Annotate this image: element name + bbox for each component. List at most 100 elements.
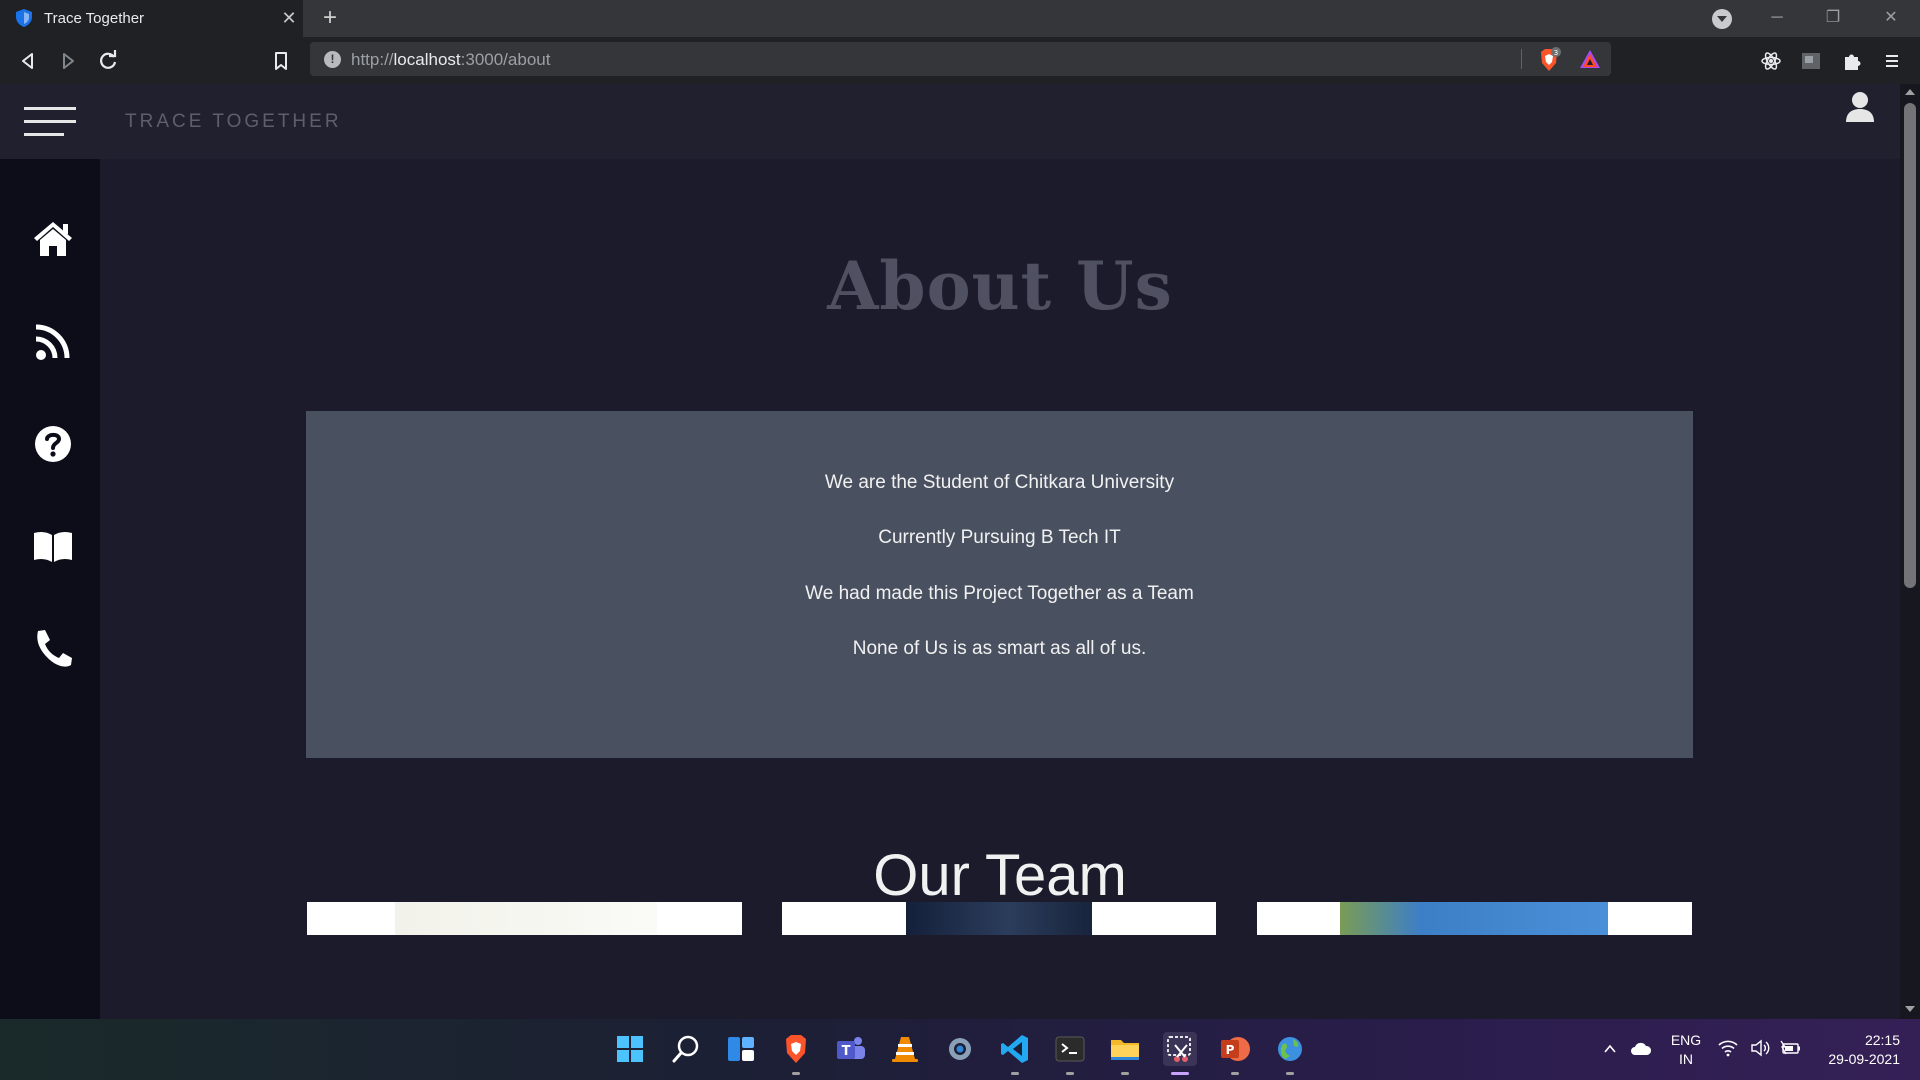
battery-charging-icon[interactable] (1780, 1039, 1802, 1057)
about-line: We had made this Project Together as a T… (805, 583, 1194, 604)
extensions-puzzle-icon[interactable] (1841, 50, 1863, 72)
system-clock[interactable]: 22:15 29-09-2021 (1814, 1031, 1900, 1069)
url-path: :3000/about (460, 50, 551, 69)
vlc-cone-icon (892, 1037, 918, 1062)
address-bar-divider (1521, 49, 1522, 69)
about-line: None of Us is as smart as all of us. (852, 638, 1147, 659)
taskbar-snipping-tool[interactable] (1163, 1032, 1197, 1075)
tab-close-icon[interactable]: ✕ (279, 8, 299, 28)
about-title: About Us (827, 247, 1173, 325)
svg-text:P: P (1226, 1043, 1235, 1057)
team-member-card[interactable] (782, 902, 1216, 935)
start-button[interactable] (613, 1032, 647, 1066)
forward-arrow-icon[interactable] (55, 48, 81, 74)
vscode-icon (1001, 1035, 1028, 1063)
phone-icon[interactable] (32, 628, 74, 668)
team-member-photo (1340, 902, 1608, 935)
question-circle-icon[interactable] (32, 424, 74, 464)
shield-favicon-icon (16, 9, 32, 27)
folder-icon (1111, 1040, 1139, 1060)
app-header: TRACE TOGETHER (0, 84, 1900, 159)
about-text-panel: We are the Student of Chitkara Universit… (306, 411, 1693, 758)
about-line: Currently Pursuing B Tech IT (878, 527, 1121, 548)
globe-icon (1278, 1037, 1302, 1061)
react-devtools-extension-icon[interactable] (1760, 50, 1782, 72)
close-window-button[interactable]: ✕ (1876, 4, 1906, 32)
taskbar-vlc[interactable] (888, 1032, 922, 1066)
show-hidden-icons-chevron-up-icon[interactable] (1603, 1042, 1617, 1056)
user-account-icon[interactable] (1845, 91, 1875, 123)
bookmark-icon[interactable] (268, 48, 294, 74)
site-info-icon[interactable]: ! (324, 51, 341, 68)
scroll-up-arrow-icon[interactable] (1905, 89, 1915, 95)
browser-tab-bar: Trace Together ✕ + ─ ❐ ✕ (0, 0, 1920, 37)
wifi-icon[interactable] (1718, 1039, 1738, 1057)
running-indicator (792, 1072, 800, 1075)
scrollbar-thumb[interactable] (1904, 103, 1916, 588)
url-host: localhost (393, 50, 461, 69)
url-scheme: http:// (351, 50, 394, 69)
reload-icon[interactable] (95, 48, 121, 74)
minimize-window-button[interactable]: ─ (1762, 4, 1792, 32)
page-scrollbar[interactable] (1900, 84, 1920, 1019)
taskbar-search-button[interactable] (669, 1032, 703, 1066)
svg-text:T: T (842, 1044, 851, 1059)
browser-tab-active[interactable]: Trace Together ✕ (0, 0, 303, 37)
clock-date: 29-09-2021 (1828, 1051, 1900, 1067)
volume-speaker-icon[interactable] (1750, 1039, 1770, 1057)
taskbar-settings[interactable] (943, 1032, 977, 1066)
onedrive-cloud-icon[interactable] (1630, 1041, 1652, 1057)
browser-toolbar: ! http://localhost:3000/about 3 (0, 37, 1920, 84)
running-indicator (1121, 1072, 1129, 1075)
taskbar-powerpoint[interactable]: P (1218, 1032, 1252, 1075)
taskbar-vscode[interactable] (998, 1032, 1032, 1075)
team-member-card[interactable] (1257, 902, 1692, 935)
book-open-icon[interactable] (32, 526, 74, 566)
running-indicator (1286, 1072, 1294, 1075)
taskbar-terminal[interactable] (1053, 1032, 1087, 1075)
taskbar-brave-browser[interactable] (779, 1032, 813, 1075)
clock-time: 22:15 (1864, 1032, 1900, 1048)
settings-gear-icon (949, 1038, 971, 1060)
taskbar-globe-app[interactable] (1273, 1032, 1307, 1075)
input-language-indicator[interactable]: ENG IN (1669, 1031, 1703, 1069)
taskbar-file-explorer[interactable] (1108, 1032, 1142, 1075)
restore-window-button[interactable]: ❐ (1818, 4, 1848, 32)
brand-title[interactable]: TRACE TOGETHER (125, 111, 342, 133)
browser-menu-icon[interactable] (1881, 50, 1903, 72)
team-member-photo (395, 902, 657, 935)
language-code: ENG (1670, 1032, 1702, 1048)
new-tab-button[interactable]: + (318, 5, 342, 31)
terminal-icon (1055, 1036, 1085, 1062)
running-indicator (1066, 1072, 1074, 1075)
teams-icon: T (837, 1037, 865, 1059)
address-bar[interactable]: ! http://localhost:3000/about 3 (310, 42, 1611, 76)
rss-feed-icon[interactable] (32, 322, 74, 362)
team-member-photo (906, 902, 1092, 935)
shield-badge-count: 3 (1554, 49, 1558, 57)
windows-taskbar: T P ENG IN 22:15 29-09-2021 (0, 1019, 1920, 1080)
home-icon[interactable] (32, 219, 74, 259)
about-line: We are the Student of Chitkara Universit… (824, 472, 1175, 493)
screenshot-extension-icon[interactable] (1800, 50, 1822, 72)
widgets-icon (728, 1037, 754, 1061)
url-text[interactable]: http://localhost:3000/about (351, 50, 550, 70)
sidebar-nav (0, 159, 100, 1019)
scroll-down-arrow-icon[interactable] (1905, 1006, 1915, 1012)
snipping-tool-icon (1167, 1036, 1191, 1062)
taskbar-teams[interactable]: T (834, 1032, 868, 1066)
page-viewport: TRACE TOGETHER About Us We are the Stude… (0, 84, 1900, 1019)
hamburger-menu-icon[interactable] (24, 107, 76, 137)
tab-title: Trace Together (44, 10, 145, 27)
team-section-title: Our Team (873, 843, 1127, 908)
brave-rewards-icon[interactable] (1578, 48, 1602, 70)
region-code: IN (1679, 1051, 1693, 1067)
brave-browser-icon (786, 1035, 806, 1063)
brave-shields-icon[interactable]: 3 (1536, 47, 1562, 73)
team-member-card[interactable] (307, 902, 742, 935)
back-arrow-icon[interactable] (15, 48, 41, 74)
active-indicator (1171, 1072, 1189, 1075)
taskbar-widgets-button[interactable] (724, 1032, 758, 1066)
tab-search-dropdown-icon[interactable] (1712, 9, 1732, 29)
search-icon (672, 1035, 699, 1063)
